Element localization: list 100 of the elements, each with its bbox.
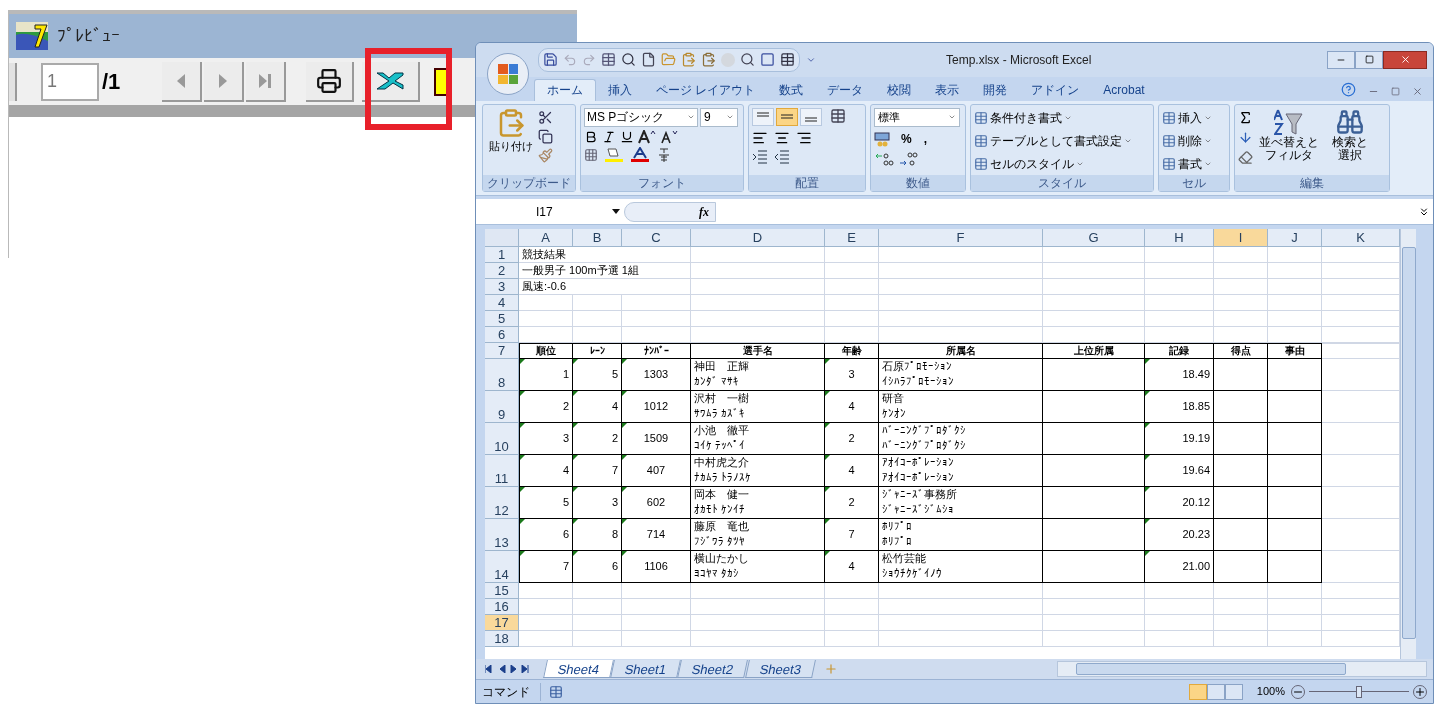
grid-cell[interactable] <box>1268 423 1322 456</box>
close-button[interactable] <box>1383 50 1427 69</box>
grid-cell[interactable]: 競技結果 <box>519 247 691 264</box>
outdent-icon[interactable] <box>774 149 790 164</box>
grid-cell[interactable]: 藤原 竜也 ﾌｼﾞﾜﾗ ﾀﾂﾔ <box>691 519 825 552</box>
help-icon[interactable] <box>1341 81 1356 97</box>
font-color-icon[interactable] <box>630 146 650 163</box>
row-header[interactable]: 14 <box>485 551 519 584</box>
grid-cell[interactable]: 602 <box>622 487 691 520</box>
number-format-field[interactable]: 標準 <box>874 107 960 127</box>
border-icon[interactable] <box>584 147 598 162</box>
grid-cell[interactable]: ﾊﾞｰﾆﾝｸﾞﾌﾟﾛﾀﾞｸｼ ﾊﾞｰﾆﾝｸﾞﾌﾟﾛﾀﾞｸｼ <box>879 423 1043 456</box>
grid-cell[interactable]: 21.00 <box>1145 551 1214 584</box>
row-header[interactable]: 11 <box>485 455 519 488</box>
grid-cell[interactable]: 6 <box>573 551 622 584</box>
row-header[interactable]: 6 <box>485 327 519 344</box>
ribbon-tab[interactable]: 表示 <box>923 78 972 101</box>
last-page-button[interactable] <box>246 61 287 102</box>
grid-cell[interactable] <box>1043 551 1145 584</box>
new-sheet-icon[interactable] <box>823 662 838 677</box>
paste-button[interactable]: 貼り付け <box>486 107 536 175</box>
grid-cell[interactable] <box>1043 359 1145 392</box>
table-icon[interactable] <box>780 52 795 68</box>
grid-cell[interactable]: 18.85 <box>1145 391 1214 424</box>
indent-icon[interactable] <box>752 149 768 164</box>
grid-cell[interactable]: 6 <box>519 519 573 552</box>
decrease-decimal-icon[interactable] <box>898 150 918 167</box>
grid-cell[interactable]: 選手名 <box>691 343 825 360</box>
sum-icon[interactable] <box>1238 109 1253 125</box>
column-header[interactable]: D <box>691 229 825 248</box>
column-header[interactable]: I <box>1214 229 1268 248</box>
grid-cell[interactable]: 4 <box>825 455 879 488</box>
copy-icon[interactable] <box>538 128 553 144</box>
grid-cell[interactable]: 1509 <box>622 423 691 456</box>
grid-cell[interactable]: 2 <box>825 423 879 456</box>
grid-cell[interactable]: ﾎﾘﾌﾟﾛ ﾎﾘﾌﾟﾛ <box>879 519 1043 552</box>
row-header[interactable]: 15 <box>485 583 519 600</box>
grow-font-icon[interactable] <box>638 129 656 144</box>
grid-cell[interactable]: ｱｵｲｺｰﾎﾟﾚｰｼｮﾝ ｱｵｲｺｰﾎﾟﾚｰｼｮﾝ <box>879 455 1043 488</box>
grid-cell[interactable]: 松竹芸能 ｼｮｳﾁｸｹﾞｲﾉｳ <box>879 551 1043 584</box>
underline-icon[interactable] <box>620 129 634 144</box>
close-icon[interactable] <box>1412 85 1423 97</box>
grid-cell[interactable] <box>1043 455 1145 488</box>
grid-cell[interactable] <box>1268 455 1322 488</box>
grid-cell[interactable] <box>1043 519 1145 552</box>
grid-cell[interactable]: 20.12 <box>1145 487 1214 520</box>
grid-cell[interactable]: 所属名 <box>879 343 1043 360</box>
previous-page-button[interactable] <box>162 61 203 102</box>
grid-cell[interactable]: 5 <box>573 359 622 392</box>
grid-cell[interactable]: 神田 正輝 ｶﾝﾀﾞ ﾏｻｷ <box>691 359 825 392</box>
previous-button[interactable] <box>9 62 17 101</box>
sheet-tab[interactable]: Sheet1 <box>610 660 682 679</box>
fill-color-icon[interactable] <box>604 146 624 163</box>
view-button[interactable] <box>1206 683 1225 700</box>
ribbon-command[interactable]: 挿入 <box>1162 107 1212 128</box>
italic-icon[interactable] <box>602 129 616 144</box>
comma-button[interactable]: , <box>920 129 930 148</box>
grid-cell[interactable] <box>1268 551 1322 584</box>
redo-icon[interactable] <box>582 52 596 67</box>
grid-cell[interactable] <box>1214 519 1268 552</box>
save-icon[interactable] <box>543 52 558 68</box>
grid-cell[interactable]: 19.19 <box>1145 423 1214 456</box>
restore-icon[interactable] <box>1391 86 1400 96</box>
grid-cell[interactable]: 3 <box>519 423 573 456</box>
grid-cell[interactable]: 横山たかし ﾖｺﾔﾏ ﾀｶｼ <box>691 551 825 584</box>
grid-cell[interactable]: 研音 ｹﾝｵﾝ <box>879 391 1043 424</box>
grid-cell[interactable]: ﾚｰﾝ <box>573 343 622 360</box>
row-header[interactable]: 18 <box>485 631 519 648</box>
name-box[interactable]: I17 <box>476 201 624 222</box>
grid-cell[interactable]: 7 <box>519 551 573 584</box>
grid-cell[interactable]: 1106 <box>622 551 691 584</box>
clipboard-icon[interactable] <box>701 52 716 68</box>
column-header[interactable]: H <box>1145 229 1214 248</box>
font-size-field[interactable]: 9 <box>700 107 738 127</box>
sheet-tab[interactable]: Sheet4 <box>543 660 615 679</box>
grid-cell[interactable] <box>1214 391 1268 424</box>
grid-cell[interactable]: 順位 <box>519 343 573 360</box>
grid-cell[interactable]: 岡本 健一 ｵｶﾓﾄ ｹﾝｲﾁ <box>691 487 825 520</box>
ribbon-tab[interactable]: 開発 <box>971 78 1020 101</box>
column-header[interactable]: A <box>519 229 573 248</box>
sort-filter-button[interactable]: 並べ替えと フィルタ <box>1255 107 1323 175</box>
grid-cell[interactable]: 1012 <box>622 391 691 424</box>
print-button[interactable] <box>306 61 355 102</box>
grid-cell[interactable] <box>1043 487 1145 520</box>
ribbon-command[interactable]: テーブルとして書式設定 <box>974 130 1132 151</box>
grid-cell[interactable] <box>1268 519 1322 552</box>
grid-cell[interactable]: 714 <box>622 519 691 552</box>
page-number-field[interactable]: 1 <box>41 62 99 101</box>
grid-cell[interactable]: 4 <box>519 455 573 488</box>
row-header[interactable]: 17 <box>485 615 519 632</box>
percent-button[interactable]: % <box>898 129 915 148</box>
ribbon-command[interactable]: セルのスタイル <box>974 153 1132 174</box>
grid-cell[interactable] <box>1268 359 1322 392</box>
ribbon-tab[interactable]: Acrobat <box>1091 78 1157 101</box>
grid-cell[interactable]: 19.64 <box>1145 455 1214 488</box>
find-select-button[interactable]: 検索と 選択 <box>1325 107 1375 175</box>
grid-cell[interactable]: 上位所属 <box>1043 343 1145 360</box>
grid-cell[interactable]: ﾅﾝﾊﾞｰ <box>622 343 691 360</box>
row-header[interactable]: 5 <box>485 311 519 328</box>
row-header[interactable]: 8 <box>485 359 519 392</box>
